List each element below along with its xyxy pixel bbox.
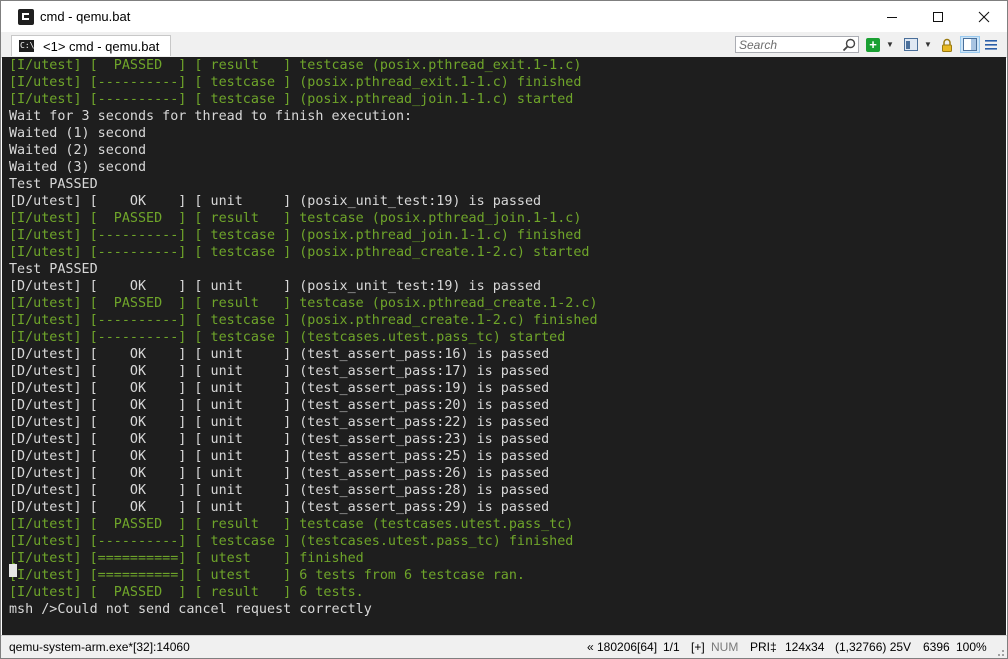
- console-line: [D/utest] [ OK ] [ unit ] (test_assert_p…: [9, 449, 550, 464]
- console-line: [I/utest] [ PASSED ] [ result ] testcase…: [9, 211, 582, 226]
- status-page[interactable]: 1/1: [663, 640, 680, 654]
- lock-icon: [942, 38, 952, 52]
- console-line: [I/utest] [==========] [ utest ] 6 tests…: [9, 568, 525, 583]
- console-line: [I/utest] [ PASSED ] [ result ] testcase…: [9, 58, 582, 73]
- resize-grip-icon[interactable]: [995, 647, 1005, 657]
- console-tab[interactable]: C:\ <1> cmd - qemu.bat: [11, 35, 171, 56]
- console-line: [I/utest] [----------] [ testcase ] (pos…: [9, 92, 574, 107]
- window-controls: [869, 1, 1007, 32]
- console-line: [I/utest] [----------] [ testcase ] (tes…: [9, 330, 566, 345]
- dropdown-arrow-icon: ▼: [886, 40, 894, 49]
- split-view-icon: [963, 38, 977, 51]
- console-line: [I/utest] [----------] [ testcase ] (pos…: [9, 313, 598, 328]
- console-line: [D/utest] [ OK ] [ unit ] (test_assert_p…: [9, 500, 550, 515]
- lock-button[interactable]: [939, 36, 955, 53]
- menu-button[interactable]: [983, 36, 999, 53]
- minimize-icon: [887, 16, 897, 18]
- maximize-icon: [933, 11, 943, 22]
- console-line: [I/utest] [==========] [ utest ] finishe…: [9, 551, 364, 566]
- console-line: [D/utest] [ OK ] [ unit ] (test_assert_p…: [9, 415, 550, 430]
- cmd-icon: C:\: [19, 40, 35, 52]
- console-line: [D/utest] [ OK ] [ unit ] (test_assert_p…: [9, 347, 550, 362]
- console-line: Wait for 3 seconds for thread to finish …: [9, 109, 413, 124]
- minimize-button[interactable]: [869, 1, 915, 32]
- status-zoom[interactable]: 100%: [956, 640, 987, 654]
- search-icon[interactable]: [842, 38, 856, 52]
- new-console-dropdown[interactable]: ▼: [885, 36, 895, 53]
- console-line: [D/utest] [ OK ] [ unit ] (posix_unit_te…: [9, 194, 542, 209]
- status-priority[interactable]: PRI‡: [750, 640, 777, 654]
- console-line: msh />Could not send cancel request corr…: [9, 602, 372, 617]
- console-line: [I/utest] [ PASSED ] [ result ] 6 tests.: [9, 585, 364, 600]
- panels-icon: [904, 38, 918, 51]
- window-title: cmd - qemu.bat: [40, 9, 131, 24]
- console-line: [I/utest] [----------] [ testcase ] (tes…: [9, 534, 574, 549]
- hamburger-menu-icon: [985, 40, 997, 50]
- console-line: Test PASSED: [9, 177, 98, 192]
- console-line: [D/utest] [ OK ] [ unit ] (test_assert_p…: [9, 398, 550, 413]
- console-line: Waited (1) second: [9, 126, 147, 141]
- status-memory[interactable]: 6396: [923, 640, 950, 654]
- close-button[interactable]: [961, 1, 1007, 32]
- status-process[interactable]: qemu-system-arm.exe*[32]:14060: [9, 640, 190, 654]
- console-line: Waited (3) second: [9, 160, 147, 175]
- plus-icon: +: [866, 37, 880, 52]
- console-line: [D/utest] [ OK ] [ unit ] (test_assert_p…: [9, 432, 550, 447]
- console-line: [I/utest] [----------] [ testcase ] (pos…: [9, 228, 582, 243]
- title-bar[interactable]: cmd - qemu.bat: [1, 1, 1007, 32]
- status-position[interactable]: « 180206[64]: [587, 640, 657, 654]
- dropdown-arrow-icon: ▼: [924, 40, 932, 49]
- tab-label: <1> cmd - qemu.bat: [43, 38, 160, 54]
- console-line: [D/utest] [ OK ] [ unit ] (test_assert_p…: [9, 483, 550, 498]
- status-cursor-coords[interactable]: (1,32766) 25V: [835, 640, 911, 654]
- new-console-button[interactable]: +: [865, 36, 881, 53]
- toolbar: C:\ <1> cmd - qemu.bat + ▼ ▼: [1, 32, 1007, 58]
- text-cursor: [9, 564, 17, 577]
- status-console-size[interactable]: 124x34: [785, 640, 824, 654]
- view-toggle-button[interactable]: [960, 36, 980, 53]
- status-bar: qemu-system-arm.exe*[32]:14060 « 180206[…: [1, 635, 1007, 658]
- console-line: [D/utest] [ OK ] [ unit ] (test_assert_p…: [9, 364, 550, 379]
- maximize-button[interactable]: [915, 1, 961, 32]
- search-box[interactable]: [735, 36, 859, 53]
- console-line: [D/utest] [ OK ] [ unit ] (posix_unit_te…: [9, 279, 542, 294]
- console-line: [I/utest] [----------] [ testcase ] (pos…: [9, 245, 590, 260]
- console-output[interactable]: [I/utest] [ PASSED ] [ result ] testcase…: [2, 57, 1006, 635]
- console-window: cmd - qemu.bat C:\ <1> cmd - qemu.bat +: [0, 0, 1008, 659]
- close-icon: [978, 11, 990, 22]
- console-line: [I/utest] [ PASSED ] [ result ] testcase…: [9, 296, 598, 311]
- console-line: [D/utest] [ OK ] [ unit ] (test_assert_p…: [9, 466, 550, 481]
- console-line: [I/utest] [ PASSED ] [ result ] testcase…: [9, 517, 574, 532]
- panels-button[interactable]: [903, 36, 919, 53]
- console-line: Waited (2) second: [9, 143, 147, 158]
- console-line: Test PASSED: [9, 262, 98, 277]
- status-insert[interactable]: [+]: [691, 640, 705, 654]
- search-input[interactable]: [736, 37, 843, 52]
- console-line: [I/utest] [----------] [ testcase ] (pos…: [9, 75, 582, 90]
- panels-dropdown[interactable]: ▼: [923, 36, 933, 53]
- status-numlock[interactable]: NUM: [711, 640, 738, 654]
- console-line: [D/utest] [ OK ] [ unit ] (test_assert_p…: [9, 381, 550, 396]
- console-app-icon: [18, 8, 34, 25]
